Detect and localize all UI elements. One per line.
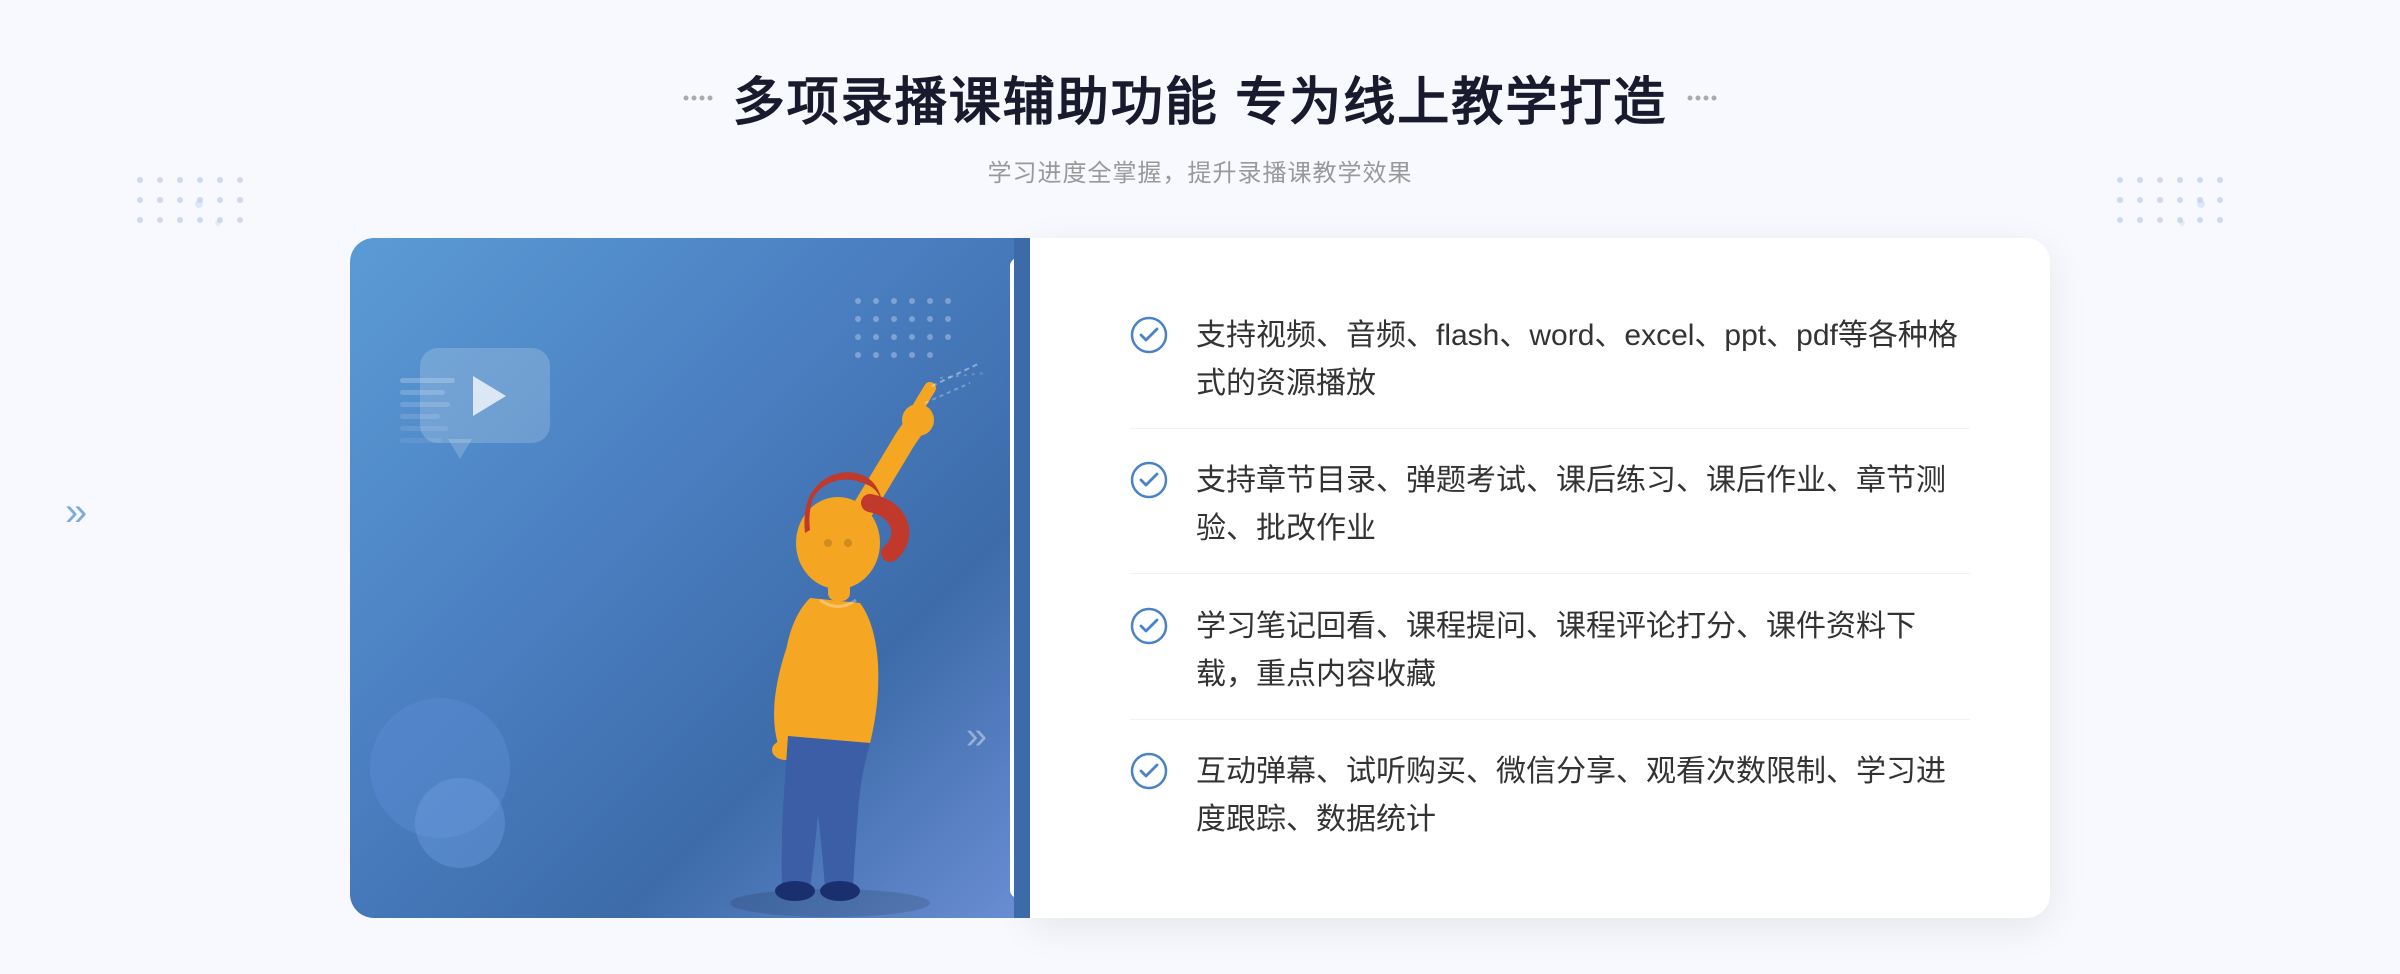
top-dots-right bbox=[2110, 170, 2270, 235]
check-icon-4 bbox=[1130, 752, 1168, 790]
main-title: 多项录播课辅助功能 专为线上教学打造 bbox=[733, 60, 1667, 135]
feature-text-3: 学习笔记回看、课程提问、课程评论打分、课件资料下载，重点内容收藏 bbox=[1196, 603, 1970, 699]
play-triangle bbox=[473, 376, 506, 416]
feature-text-4: 互动弹幕、试听购买、微信分享、观看次数限制、学习进度跟踪、数据统计 bbox=[1196, 748, 1970, 844]
subtitle: 学习进度全掌握，提升录播课教学效果 bbox=[683, 153, 1717, 188]
play-bubble bbox=[420, 348, 550, 443]
person-illustration bbox=[670, 358, 990, 918]
illustration-panel: » bbox=[350, 238, 1030, 918]
content-area: » 支持视频、音频、flash、word、excel、ppt、pdf等各种格式的… bbox=[350, 238, 2050, 918]
top-dots-left bbox=[130, 170, 290, 235]
illus-circle-small bbox=[415, 778, 505, 868]
feature-item-1: 支持视频、音频、flash、word、excel、ppt、pdf等各种格式的资源… bbox=[1130, 292, 1970, 429]
page-header: 多项录播课辅助功能 专为线上教学打造 学习进度全掌握，提升录播课教学效果 bbox=[683, 60, 1717, 188]
check-icon-1 bbox=[1130, 316, 1168, 354]
illus-chevron: » bbox=[966, 715, 975, 758]
bubble-tail bbox=[448, 439, 472, 459]
check-icon-2 bbox=[1130, 461, 1168, 499]
feature-text-2: 支持章节目录、弹题考试、课后练习、课后作业、章节测验、批改作业 bbox=[1196, 457, 1970, 553]
title-row: 多项录播课辅助功能 专为线上教学打造 bbox=[683, 60, 1717, 135]
title-deco-right bbox=[1687, 91, 1717, 105]
chevron-left-decoration: » bbox=[65, 490, 77, 535]
feature-text-1: 支持视频、音频、flash、word、excel、ppt、pdf等各种格式的资源… bbox=[1196, 312, 1970, 408]
check-icon-3 bbox=[1130, 607, 1168, 645]
features-panel: 支持视频、音频、flash、word、excel、ppt、pdf等各种格式的资源… bbox=[1030, 238, 2050, 918]
blue-accent-bar bbox=[1014, 238, 1030, 918]
page-wrapper: // Will be rendered via inline approach … bbox=[0, 0, 2400, 974]
feature-item-3: 学习笔记回看、课程提问、课程评论打分、课件资料下载，重点内容收藏 bbox=[1130, 583, 1970, 720]
feature-item-4: 互动弹幕、试听购买、微信分享、观看次数限制、学习进度跟踪、数据统计 bbox=[1130, 728, 1970, 864]
title-deco-left bbox=[683, 91, 713, 105]
feature-item-2: 支持章节目录、弹题考试、课后练习、课后作业、章节测验、批改作业 bbox=[1130, 437, 1970, 574]
